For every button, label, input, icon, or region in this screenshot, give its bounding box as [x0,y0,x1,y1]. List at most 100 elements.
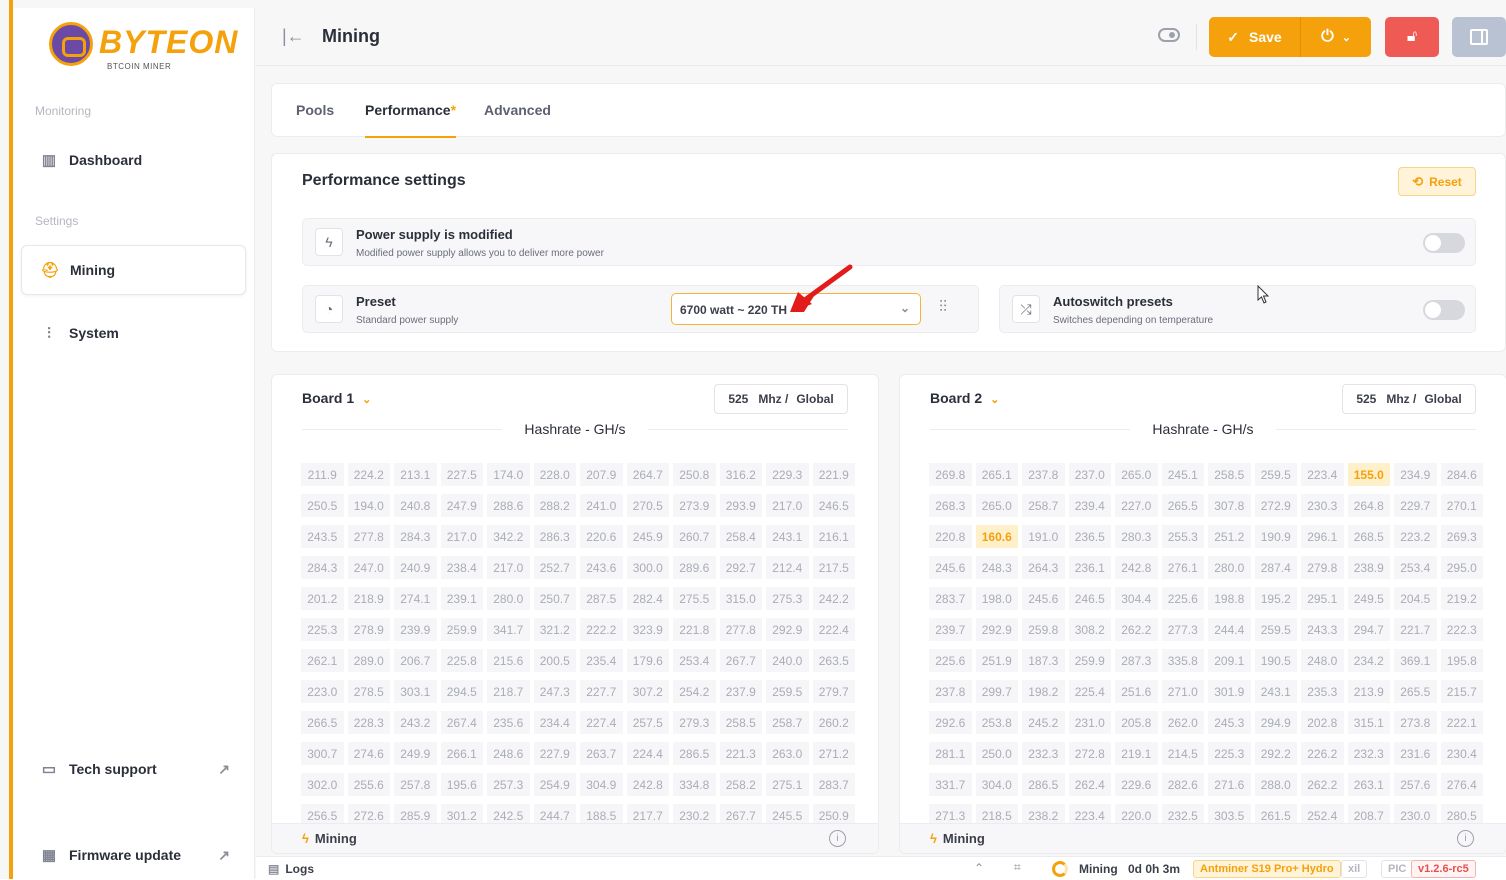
preset-subtitle: Standard power supply [356,315,459,326]
hashrate-cell: 270.1 [1440,494,1483,517]
lightning-icon: ϟ [315,228,343,256]
save-button[interactable]: ✓ Save [1209,17,1301,57]
hashrate-cell: 277.8 [347,525,390,548]
freq-scope: Global [1424,392,1462,406]
tab-performance[interactable]: Performance* [365,102,457,138]
collapse-sidebar-icon[interactable]: |← [282,26,305,47]
hashrate-cell: 249.9 [394,742,437,765]
hashrate-cell: 248.0 [1301,649,1344,672]
sidebar-item-tech-support[interactable]: ▭ Tech support ↗ [21,744,246,794]
sidebar-item-mining[interactable]: ⛑ Mining [21,245,246,295]
hashrate-cell: 264.3 [1022,556,1065,579]
sidebar-item-dashboard[interactable]: ▥ Dashboard [21,135,246,185]
info-icon[interactable]: i [829,830,846,847]
hashrate-cell: 303.1 [394,680,437,703]
hashrate-cell: 240.0 [766,649,809,672]
hashrate-cell: 220.6 [580,525,623,548]
reset-button[interactable]: ⟲ Reset [1398,167,1476,196]
hashrate-cell: 295.1 [1301,587,1344,610]
hashrate-cell: 198.8 [1208,587,1251,610]
lock-button[interactable]: 🔓︎ [1385,17,1439,57]
hashrate-cell: 221.7 [1394,618,1437,641]
sidebar-item-firmware-update[interactable]: ▦ Firmware update ↗ [21,830,246,880]
tab-pools[interactable]: Pools [296,102,334,118]
tab-advanced[interactable]: Advanced [484,102,551,118]
hashrate-cell: 272.8 [1068,742,1111,765]
hashrate-cell: 250.0 [975,742,1018,765]
hashrate-cell: 253.4 [1394,556,1437,579]
hashrate-cell: 218.7 [487,680,530,703]
power-supply-toggle[interactable] [1423,233,1465,253]
hashrate-cell: 243.3 [1301,618,1344,641]
tune-sliders-icon[interactable]: ⫶⫶ [939,299,947,317]
brand-logo[interactable]: BYTEON BTCOIN MINER [49,18,237,78]
hashrate-cell: 227.9 [533,742,576,765]
frequency-field[interactable]: 525 Mhz / Global [1342,384,1476,414]
hashrate-cell: 292.6 [929,711,972,734]
hashrate-cell: 248.3 [975,556,1018,579]
hashrate-cell: 231.0 [1068,711,1111,734]
hashrate-cell: 257.5 [626,711,669,734]
hashrate-cell: 266.5 [301,711,344,734]
hashrate-cell: 289.0 [347,649,390,672]
hashrate-cell: 251.2 [1208,525,1251,548]
hashrate-title: Hashrate - GH/s [930,421,1476,437]
preset-row: ◔ Preset Standard power supply 6700 watt… [302,285,979,333]
section-settings: Settings [35,214,79,228]
hashrate-cell: 247.9 [440,494,483,517]
hashrate-cell: 240.9 [394,556,437,579]
freq-unit: Mhz / [1386,392,1417,406]
hashrate-cell: 255.6 [347,773,390,796]
lightning-icon: ϟ [930,831,937,846]
reset-icon: ⟲ [1412,173,1424,189]
hashrate-cell: 296.1 [1301,525,1344,548]
hashrate-cell: 225.3 [301,618,344,641]
board-selector[interactable]: Board 1 ⌄ [302,390,371,406]
hashrate-cell: 222.1 [1440,711,1483,734]
hashrate-cell: 280.0 [487,587,530,610]
hashrate-cell: 288.6 [487,494,530,517]
hashrate-cell: 260.7 [673,525,716,548]
hashrate-cell: 191.0 [1022,525,1065,548]
logs-button[interactable]: ▤ Logs [268,862,314,876]
hashrate-cell: 300.0 [626,556,669,579]
autoswitch-toggle[interactable] [1423,300,1465,320]
hashrate-cell: 195.6 [440,773,483,796]
preset-value: 6700 watt ~ 220 TH [680,303,788,317]
mouse-cursor-icon [1257,285,1270,304]
hashrate-cell: 342.2 [487,525,530,548]
sidebar-item-system[interactable]: ⫶ System [21,308,246,358]
hashrate-cell: 243.6 [580,556,623,579]
brand-tagline: BTCOIN MINER [107,62,172,71]
power-supply-subtitle: Modified power supply allows you to deli… [356,248,604,259]
screenshot-icon[interactable]: ⌗ [1014,860,1021,875]
power-dropdown-button[interactable]: ⏻ ⌄ [1301,17,1371,57]
hashrate-cell: 283.7 [929,587,972,610]
hashrate-cell: 219.2 [1440,587,1483,610]
chevron-up-icon[interactable]: ⌃ [974,861,984,875]
hashrate-cell: 198.2 [1022,680,1065,703]
chart-icon: ▥ [41,152,57,169]
hashrate-cell: 245.6 [929,556,972,579]
hashrate-cell: 238.4 [440,556,483,579]
hashrate-cell: 239.9 [394,618,437,641]
unsaved-star: * [450,102,457,118]
hashrate-cell: 253.8 [975,711,1018,734]
hashrate-cell: 207.9 [580,463,623,486]
board-selector[interactable]: Board 2 ⌄ [930,390,999,406]
hashrate-cell: 278.9 [347,618,390,641]
frequency-field[interactable]: 525 Mhz / Global [714,384,848,414]
info-icon[interactable]: i [1457,830,1474,847]
visibility-toggle-icon[interactable] [1158,28,1180,42]
hashrate-cell: 280.3 [1115,525,1158,548]
hashrate-cell: 239.4 [1068,494,1111,517]
hashrate-cell: 265.0 [1115,463,1158,486]
hashrate-cell: 231.6 [1394,742,1437,765]
hashrate-cell: 247.0 [347,556,390,579]
hashrate-cell: 286.5 [673,742,716,765]
hashrate-cell: 262.4 [1068,773,1111,796]
app-window: BYTEON BTCOIN MINER Monitoring ▥ Dashboa… [0,0,1506,879]
toggle-panel-button[interactable] [1452,17,1506,57]
hashrate-cell: 280.0 [1208,556,1251,579]
hashrate-cell: 279.7 [812,680,855,703]
